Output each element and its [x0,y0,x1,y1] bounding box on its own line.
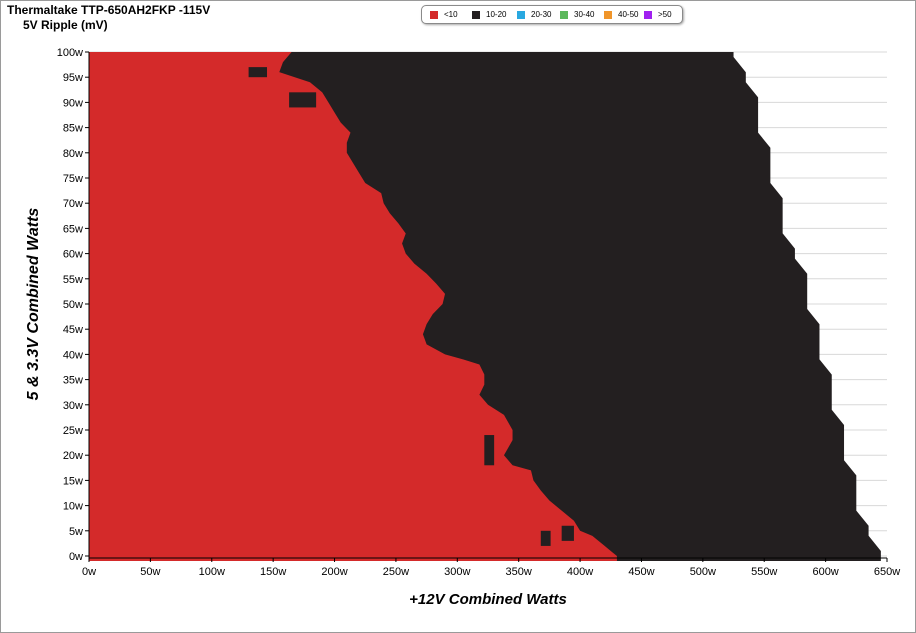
y-tick-label: 70w [63,198,83,210]
x-tick-label: 550w [751,566,777,578]
y-tick-label: 15w [63,475,83,487]
y-tick-label: 40w [63,349,83,361]
x-tick-label: 350w [506,566,532,578]
y-tick-label: 45w [63,324,83,336]
x-axis-label: +12V Combined Watts [409,591,567,608]
x-tick-label: 500w [690,566,716,578]
y-tick-label: 10w [63,501,83,513]
y-tick-label: 35w [63,375,83,387]
x-tick-label: 450w [628,566,654,578]
island-10-20 [561,525,574,541]
y-tick-label: 30w [63,400,83,412]
y-tick-label: 65w [63,223,83,235]
island-10-20 [289,92,317,108]
y-tick-label: 90w [63,97,83,109]
y-tick-label: 75w [63,173,83,185]
x-tick-label: 600w [812,566,838,578]
x-tick-label: 650w [874,566,900,578]
island-10-20 [484,435,495,466]
y-tick-label: 25w [63,425,83,437]
y-tick-label: 50w [63,299,83,311]
island-10-20 [248,67,268,78]
x-tick-label: 50w [140,566,160,578]
y-tick-label: 60w [63,249,83,261]
x-tick-label: 200w [321,566,347,578]
island-10-20 [540,530,551,546]
x-tick-label: 250w [383,566,409,578]
x-tick-label: 150w [260,566,286,578]
y-tick-label: 20w [63,450,83,462]
y-tick-label: 95w [63,72,83,84]
heatmap-chart: 0w 5w 10w 15w 20w 25w 30w 35w 40w 45w 50w 55w 60w 65w… [25,47,900,608]
y-tick-label: 55w [63,274,83,286]
y-tick-label: 80w [63,148,83,160]
y-tick-label: 5w [69,526,83,538]
y-tick-label: 85w [63,123,83,135]
x-tick-label: 100w [199,566,225,578]
x-tick-label: 300w [444,566,470,578]
y-tick-label: 100w [57,47,83,59]
y-axis-label: 5 & 3.3V Combined Watts [25,208,42,401]
x-tick-label: 400w [567,566,593,578]
x-tick-label: 0w [82,566,96,578]
y-tick-label: 0w [69,551,83,563]
